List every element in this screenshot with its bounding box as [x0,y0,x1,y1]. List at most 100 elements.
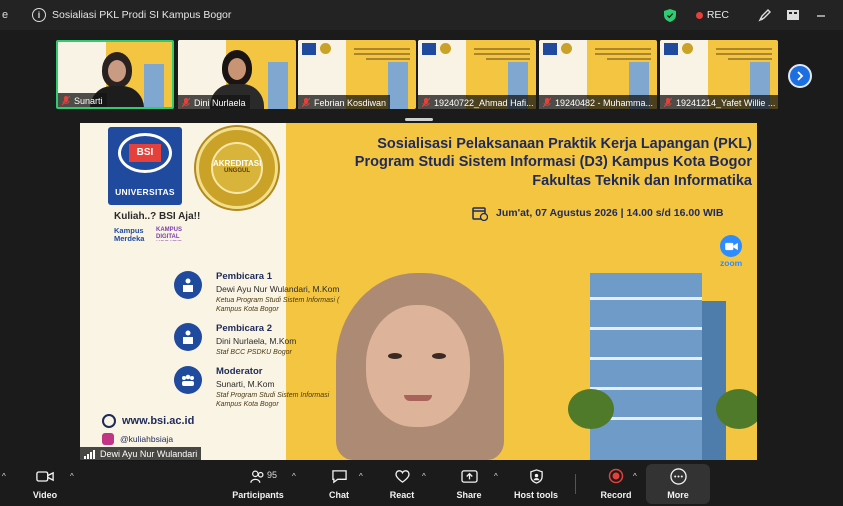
encryption-shield-icon[interactable] [663,8,676,22]
participant-name-tag: 19240482 - Muhamma... [539,95,657,109]
meeting-info-icon[interactable]: i [32,8,46,22]
participant-thumbnail-video[interactable]: Dini Nurlaela [178,40,296,109]
slide-title: Sosialisasi Pelaksanaan Praktik Kerja La… [300,135,752,191]
chat-chevron-up-icon[interactable]: ^ [359,472,363,481]
share-button[interactable]: Share [454,466,484,500]
video-button[interactable]: Video [30,466,60,500]
speaker-2: Pembicara 2 Dini Nurlaela, M.Kom Staf BC… [174,323,316,367]
host-tools-label: Host tools [514,490,558,500]
participant-thumbnail-slide[interactable]: 19240722_Ahmad Hafi... [418,40,536,109]
muted-mic-icon [302,97,310,108]
building-image [590,273,702,460]
active-speaker-name-tag: Dewi Ayu Nur Wulandari [80,447,202,461]
zoom-logo: zoom [720,235,742,268]
globe-icon [102,414,116,428]
title-line-2: Program Studi Sistem Informasi (D3) Kamp… [354,154,752,170]
host-shield-icon [529,468,543,484]
record-button[interactable]: Record [598,466,634,500]
participants-button[interactable]: Participants [226,466,290,500]
share-chevron-up-icon[interactable]: ^ [494,472,498,481]
accreditation-top: AKREDITASI [213,159,262,168]
participants-chevron-up-icon[interactable]: ^ [292,472,296,481]
speaker-desc: Staf BCC PSDKU Bogor [216,349,292,356]
university-label: UNIVERSITAS [115,187,175,197]
zoom-label: zoom [720,258,743,268]
active-speaker-name: Dewi Ayu Nur Wulandari [100,449,198,459]
video-chevron-up-icon[interactable]: ^ [70,472,74,481]
audio-chevron-up-icon[interactable]: ^ [2,472,6,481]
participant-name: Sunarti [74,95,103,106]
participant-name: 19240482 - Muhamma... [555,97,654,108]
video-label: Video [32,490,58,500]
share-screen-icon [460,469,478,483]
video-camera-icon [36,470,54,482]
toolbar-divider [575,474,576,494]
instagram-text: @kuliahbsiaja [120,434,174,444]
participant-name: Febrian Kosdiwan [314,97,387,108]
participant-name-tag: Dini Nurlaela [178,95,250,109]
view-layout-icon[interactable] [779,9,807,21]
participant-thumbnail-slide[interactable]: 19241214_Yafet Willie ... [660,40,778,109]
group-icon [174,366,202,394]
moderator: Moderator Sunarti, M.Kom Staf Program St… [174,366,329,416]
participants-label: Participants [232,490,284,500]
strip-resize-handle[interactable] [405,118,433,121]
title-bar: e i Sosialiasi PKL Prodi SI Kampus Bogor… [0,0,843,30]
accreditation-bottom: UNGGUL [224,168,250,174]
speaker-podium-icon [174,271,202,299]
participant-name-tag: 19240722_Ahmad Hafi... [418,95,536,109]
record-label: Record [600,490,632,500]
event-date: Jum'at, 07 Agustus 2026 | 14.00 s/d 16.0… [472,205,723,221]
signal-icon [84,449,95,459]
share-label: Share [456,490,482,500]
react-button[interactable]: React [386,466,418,500]
meeting-toolbar: ^ Video ^ Participants 95 ^ Chat ^ React… [0,462,843,506]
next-page-chevron-right-icon[interactable] [788,64,812,88]
muted-mic-icon [62,95,70,106]
participant-name: 19241214_Yafet Willie ... [676,97,776,108]
speaker-desc: Staf Program Studi Sistem Informasi Kampu… [216,392,330,408]
record-icon [608,468,624,484]
host-tools-button[interactable]: Host tools [510,466,562,500]
record-chevron-up-icon[interactable]: ^ [633,472,637,481]
university-logo: BSI UNIVERSITAS [108,127,182,205]
speaker-role: Pembicara 2 [216,323,272,334]
tagline: Kuliah..? BSI Aja!! [114,211,201,222]
website-text: www.bsi.ac.id [122,415,195,427]
recording-indicator[interactable]: REC [707,9,729,21]
speaker-role: Pembicara 1 [216,271,272,282]
participant-thumbnail-strip: Sunarti Dini Nurlaela Febrian Kosdiwan 1… [0,30,843,116]
title-edge-text: e [2,9,9,21]
zoom-meeting-window: e i Sosialiasi PKL Prodi SI Kampus Bogor… [0,0,843,506]
title-line-3: Fakultas Teknik dan Informatika [532,173,752,189]
chat-label: Chat [329,490,349,500]
chat-button[interactable]: Chat [326,466,352,500]
react-label: React [389,490,415,500]
participant-thumbnail-video[interactable]: Sunarti [56,40,174,109]
active-speaker-video [316,265,524,460]
more-button[interactable]: More [662,466,694,500]
chat-bubble-icon [331,469,347,483]
muted-mic-icon [182,97,190,108]
participant-thumbnail-slide[interactable]: 19240482 - Muhamma... [539,40,657,109]
annotate-icon[interactable] [751,8,779,22]
speaker-1: Pembicara 1 Dewi Ayu Nur Wulandari, M.Ko… [174,271,339,321]
meeting-title: Sosialiasi PKL Prodi SI Kampus Bogor [52,9,232,21]
speaker-podium-icon [174,323,202,351]
minimize-icon[interactable] [807,9,835,21]
active-speaker-view: BSI UNIVERSITAS AKREDITASI UNGGUL Kuliah… [80,123,757,460]
speaker-name: Dini Nurlaela, M.Kom [216,336,297,346]
participant-name-tag: 19241214_Yafet Willie ... [660,95,778,109]
title-line-1: Sosialisasi Pelaksanaan Praktik Kerja La… [377,136,752,152]
accreditation-seal: AKREDITASI UNGGUL [196,127,278,209]
muted-mic-icon [422,97,430,108]
participant-thumbnail-slide[interactable]: Febrian Kosdiwan [298,40,416,109]
participant-name: 19240722_Ahmad Hafi... [434,97,534,108]
calendar-clock-icon [472,207,488,221]
participant-name: Dini Nurlaela [194,97,246,108]
instagram-handle: @kuliahbsiaja [102,433,173,445]
instagram-icon [102,433,114,445]
zoom-camera-icon [720,235,743,257]
react-chevron-up-icon[interactable]: ^ [422,472,426,481]
website-link: www.bsi.ac.id [102,414,194,428]
